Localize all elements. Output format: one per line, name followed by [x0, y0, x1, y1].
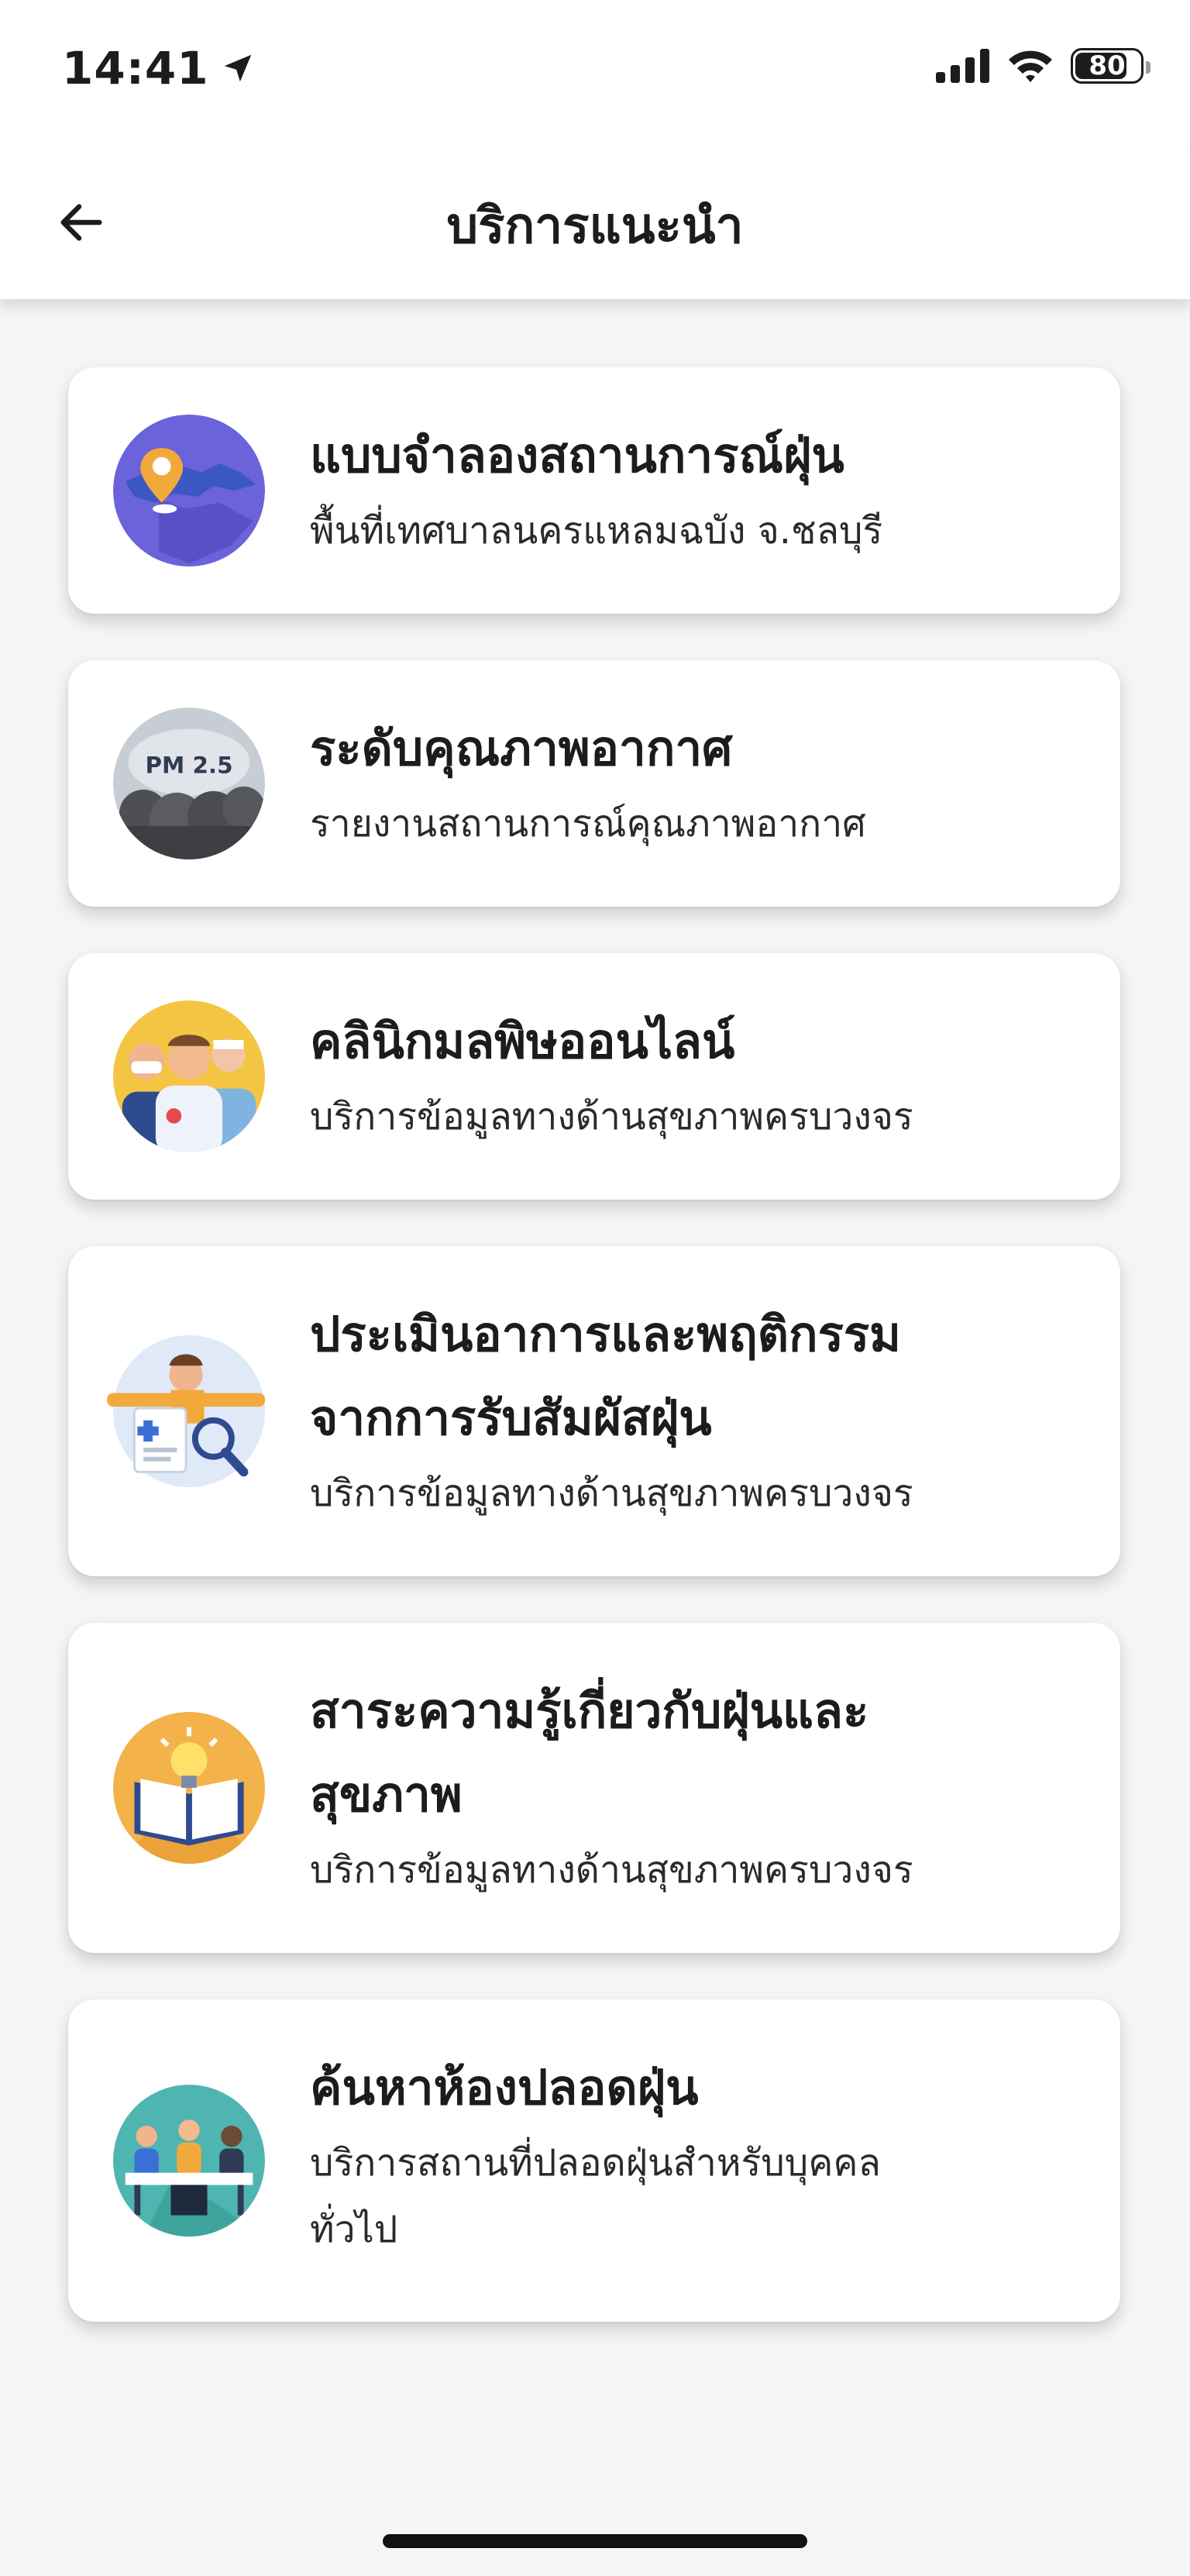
page-title: บริการแนะนำ	[446, 198, 744, 255]
service-title: ค้นหาห้องปลอดฝุ่น	[310, 2059, 699, 2116]
service-card-text: ประเมินอาการและพฤติกรรม จากการรับสัมผัสฝ…	[310, 1293, 1089, 1527]
service-title-line: จากการรับสัมผัสฝุ่น	[310, 1390, 712, 1446]
status-time-group: 14:41	[62, 42, 256, 95]
wifi-icon	[1009, 50, 1052, 82]
book-lightbulb-icon	[113, 1712, 265, 1864]
service-title: คลินิกมลพิษออนไลน์	[310, 1013, 735, 1069]
pm25-cloud-icon: PM 2.5	[113, 708, 265, 859]
service-card-symptom-assessment[interactable]: ประเมินอาการและพฤติกรรม จากการรับสัมผัสฝ…	[68, 1246, 1120, 1576]
service-card-air-quality[interactable]: PM 2.5 ระดับคุณภาพอากาศ รายงานสถานการณ์ค…	[68, 660, 1120, 907]
map-pin-icon	[113, 415, 265, 567]
service-subtitle: บริการข้อมูลทางด้านสุขภาพครบวงจร	[310, 1095, 913, 1138]
status-time: 14:41	[62, 42, 209, 95]
service-title-line: สาระความรู้เกี่ยวกับฝุ่นและ	[310, 1682, 869, 1739]
assessment-icon	[107, 1335, 265, 1487]
service-card-text: ระดับคุณภาพอากาศ รายงานสถานการณ์คุณภาพอา…	[310, 707, 1089, 857]
service-card-dust-simulation[interactable]: แบบจำลองสถานการณ์ฝุ่น พื้นที่เทศบาลนครแห…	[68, 367, 1120, 614]
service-card-dust-free-room[interactable]: ค้นหาห้องปลอดฝุ่น บริการสถานที่ปลอดฝุ่นส…	[68, 1999, 1120, 2322]
app-header: บริการแนะนำ	[0, 147, 1190, 299]
service-title: ระดับคุณภาพอากาศ	[310, 720, 733, 777]
service-card-text: คลินิกมลพิษออนไลน์ บริการข้อมูลทางด้านสุ…	[310, 1000, 1089, 1150]
service-subtitle-line: ทั่วไป	[310, 2208, 398, 2251]
service-card-dust-knowledge[interactable]: สาระความรู้เกี่ยวกับฝุ่นและ สุขภาพ บริกา…	[68, 1623, 1120, 1953]
service-card-online-clinic[interactable]: คลินิกมลพิษออนไลน์ บริการข้อมูลทางด้านสุ…	[68, 953, 1120, 1200]
service-title-line: ประเมินอาการและพฤติกรรม	[310, 1306, 902, 1362]
location-arrow-icon	[224, 54, 251, 82]
service-title: ประเมินอาการและพฤติกรรม จากการรับสัมผัสฝ…	[310, 1293, 1089, 1460]
service-card-text: แบบจำลองสถานการณ์ฝุ่น พื้นที่เทศบาลนครแห…	[310, 414, 1089, 564]
service-subtitle: พื้นที่เทศบาลนครแหลมฉบัง จ.ชลบุรี	[310, 509, 883, 553]
battery-percent: 80	[1089, 50, 1126, 81]
service-title-line: สุขภาพ	[310, 1766, 463, 1823]
service-subtitle: บริการสถานที่ปลอดฝุ่นสำหรับบุคคล ทั่วไป	[310, 2130, 1089, 2263]
home-indicator[interactable]	[383, 2534, 807, 2548]
status-bar: 14:41 80	[0, 0, 1190, 147]
status-indicators: 80	[936, 48, 1150, 84]
service-subtitle: บริการข้อมูลทางด้านสุขภาพครบวงจร	[310, 1472, 913, 1515]
service-card-text: ค้นหาห้องปลอดฝุ่น บริการสถานที่ปลอดฝุ่นส…	[310, 2046, 1089, 2263]
service-card-text: สาระความรู้เกี่ยวกับฝุ่นและ สุขภาพ บริกา…	[310, 1669, 1089, 1903]
service-subtitle: รายงานสถานการณ์คุณภาพอากาศ	[310, 802, 866, 845]
service-subtitle: บริการข้อมูลทางด้านสุขภาพครบวงจร	[310, 1848, 913, 1892]
service-subtitle-line: บริการสถานที่ปลอดฝุ่นสำหรับบุคคล	[310, 2141, 881, 2185]
service-title: สาระความรู้เกี่ยวกับฝุ่นและ สุขภาพ	[310, 1669, 1089, 1837]
battery-indicator: 80	[1071, 48, 1150, 84]
service-title: แบบจำลองสถานการณ์ฝุ่น	[310, 427, 844, 484]
doctors-icon	[113, 1000, 265, 1152]
meeting-room-icon	[113, 2085, 265, 2237]
signal-icon	[936, 49, 989, 83]
pm25-label: PM 2.5	[145, 752, 232, 778]
battery-cap	[1146, 61, 1150, 74]
